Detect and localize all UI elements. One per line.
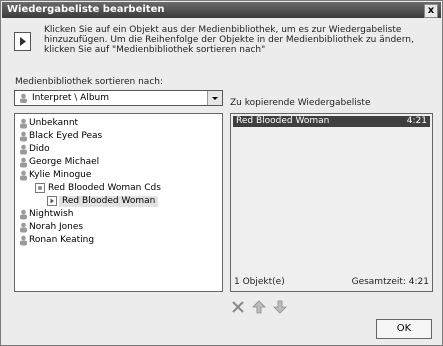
playlist-track-name: Red Blooded Woman xyxy=(236,116,330,126)
playlist-toolbar xyxy=(230,299,300,315)
person-icon xyxy=(19,235,28,250)
instruction-text: Klicken Sie auf ein Objekt aus der Medie… xyxy=(44,25,414,55)
title-bar: Wiedergabeliste bearbeiten x xyxy=(2,2,441,18)
window-title: Wiedergabeliste bearbeiten xyxy=(7,4,165,15)
item-count: 1 Objekt(e) xyxy=(234,277,285,287)
sort-value: Interpret \ Album xyxy=(32,93,110,103)
sort-label: Medienbibliothek sortieren nach: xyxy=(15,77,164,87)
playlist-box[interactable]: Red Blooded Woman 4:21 1 Objekt(e) Gesam… xyxy=(230,113,433,292)
tree-item-label: Black Eyed Peas xyxy=(29,131,103,141)
album-icon xyxy=(35,183,45,198)
chevron-down-icon[interactable] xyxy=(207,91,222,105)
playlist-footer: 1 Objekt(e) Gesamtzeit: 4:21 xyxy=(233,277,430,288)
playlist-row[interactable]: Red Blooded Woman 4:21 xyxy=(233,116,430,127)
ok-button[interactable]: OK xyxy=(376,319,432,339)
move-up-icon[interactable] xyxy=(251,299,267,315)
close-button[interactable]: x xyxy=(424,4,438,18)
sort-dropdown[interactable]: Interpret \ Album xyxy=(14,90,223,106)
tree-item-label: Norah Jones xyxy=(29,222,84,232)
person-icon xyxy=(19,93,28,106)
delete-icon[interactable] xyxy=(230,299,246,315)
playlist-label: Zu kopierende Wiedergabeliste xyxy=(230,98,371,108)
play-info-icon xyxy=(14,32,31,51)
tree-item-label: George Michael xyxy=(29,157,100,167)
total-time: Gesamtzeit: 4:21 xyxy=(351,277,429,287)
tree-item-label: Red Blooded Woman xyxy=(59,196,159,207)
library-tree[interactable]: Unbekannt Black Eyed Peas Dido George Mi… xyxy=(14,113,223,292)
move-down-icon[interactable] xyxy=(272,299,288,315)
tree-item-label: Nightwish xyxy=(29,209,74,219)
person-icon xyxy=(19,170,28,185)
tree-item-label: Ronan Keating xyxy=(29,235,95,245)
dialog-window: Wiedergabeliste bearbeiten x Klicken Sie… xyxy=(0,0,443,346)
tree-item-label: Kylie Minogue xyxy=(29,170,92,180)
tree-item-label: Unbekannt xyxy=(29,118,79,128)
tree-item-label: Red Blooded Woman Cds xyxy=(48,183,161,193)
playlist-track-time: 4:21 xyxy=(406,116,427,126)
tree-item-label: Dido xyxy=(29,144,50,154)
